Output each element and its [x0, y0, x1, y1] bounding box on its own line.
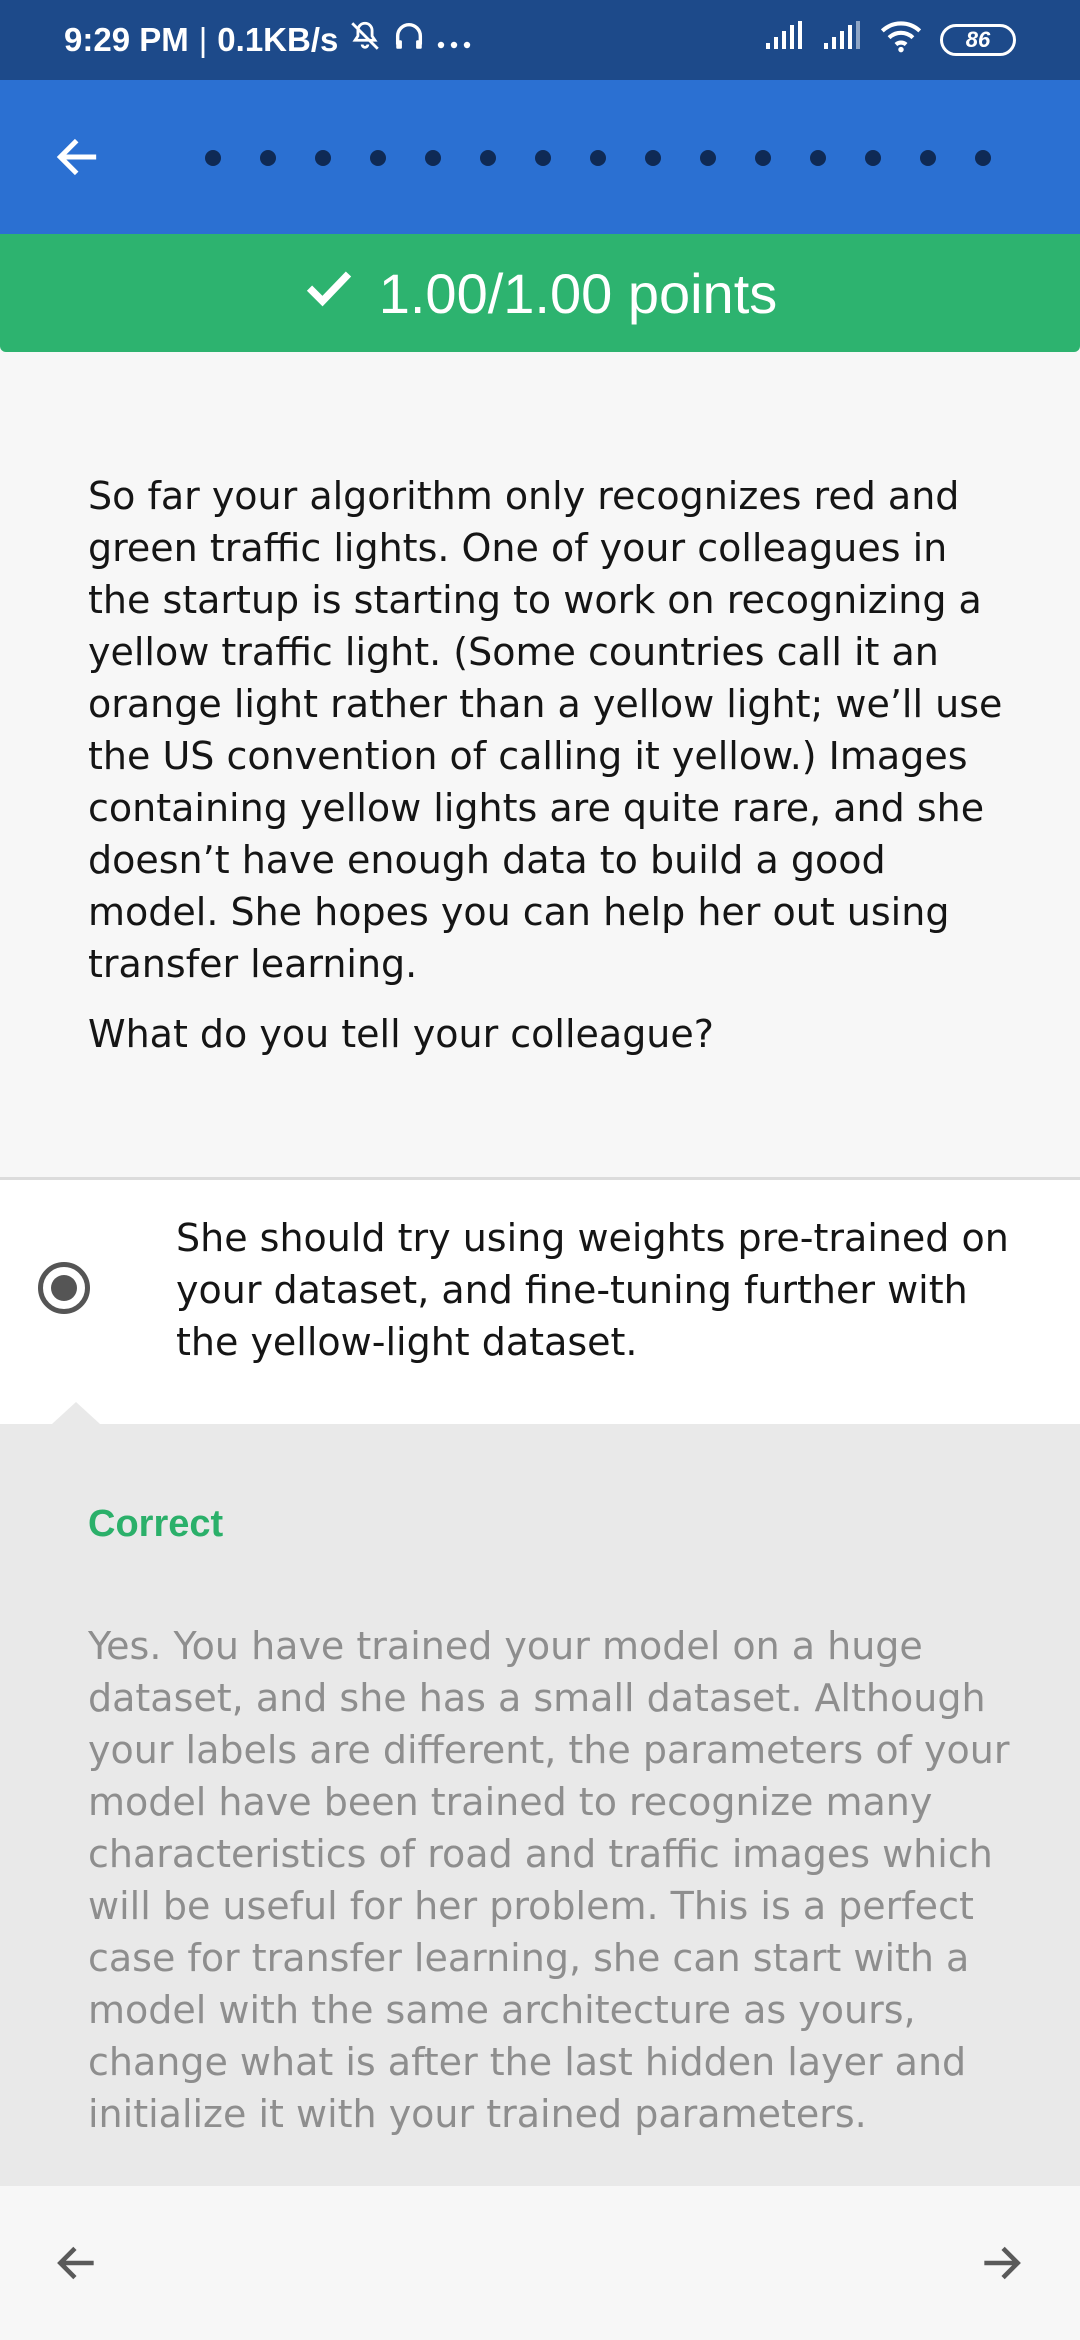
status-net-speed: 0.1KB/s: [217, 21, 339, 58]
progress-dot[interactable]: [865, 150, 881, 166]
app-bar: [0, 80, 1080, 234]
battery-icon: 86: [940, 24, 1016, 56]
progress-dot[interactable]: [810, 150, 826, 166]
arrow-left-icon: [52, 2238, 102, 2292]
previous-button[interactable]: [42, 2230, 112, 2300]
score-banner: 1.00/1.00 points: [0, 234, 1080, 352]
progress-dot[interactable]: [205, 150, 221, 166]
progress-dot[interactable]: [370, 150, 386, 166]
progress-dot[interactable]: [920, 150, 936, 166]
bottom-nav: [0, 2186, 1080, 2340]
feedback-text: Yes. You have trained your model on a hu…: [88, 1624, 1010, 2136]
mute-icon: [348, 19, 382, 61]
status-bar: 9:29 PM | 0.1KB/s 86: [0, 0, 1080, 80]
question-body: So far your algorithm only recognizes re…: [88, 470, 1008, 990]
feedback-title: Correct: [88, 1503, 224, 1545]
status-separator: |: [198, 21, 208, 58]
signal-icon: [822, 21, 862, 59]
status-time: 9:29 PM: [64, 21, 189, 58]
next-button[interactable]: [966, 2230, 1036, 2300]
arrow-left-icon: [52, 132, 102, 186]
feedback-pointer: [52, 1402, 100, 1424]
progress-dot[interactable]: [700, 150, 716, 166]
status-left: 9:29 PM | 0.1KB/s: [64, 19, 472, 61]
radio-dot: [51, 1275, 77, 1301]
progress-dot[interactable]: [535, 150, 551, 166]
status-right: 86: [764, 19, 1016, 61]
progress-dot[interactable]: [645, 150, 661, 166]
wifi-icon: [880, 19, 922, 61]
progress-dot[interactable]: [425, 150, 441, 166]
battery-level: 86: [965, 27, 991, 52]
progress-dot[interactable]: [260, 150, 276, 166]
back-button[interactable]: [42, 124, 112, 194]
radio-button-selected[interactable]: [38, 1262, 90, 1314]
progress-dot[interactable]: [975, 150, 991, 166]
arrow-right-icon: [976, 2238, 1026, 2292]
progress-dot[interactable]: [315, 150, 331, 166]
headset-icon: [392, 19, 426, 61]
question-progress-dots: [205, 150, 1030, 166]
progress-dot[interactable]: [755, 150, 771, 166]
progress-dot[interactable]: [480, 150, 496, 166]
question-prompt: What do you tell your colleague?: [88, 1012, 714, 1056]
more-icon: [436, 21, 472, 59]
signal-icon: [764, 21, 804, 59]
score-text: 1.00/1.00 points: [378, 261, 778, 325]
question-text: So far your algorithm only recognizes re…: [88, 474, 1003, 986]
answer-text[interactable]: She should try using weights pre-trained…: [176, 1212, 1016, 1368]
progress-dot[interactable]: [590, 150, 606, 166]
check-icon: [303, 261, 355, 326]
